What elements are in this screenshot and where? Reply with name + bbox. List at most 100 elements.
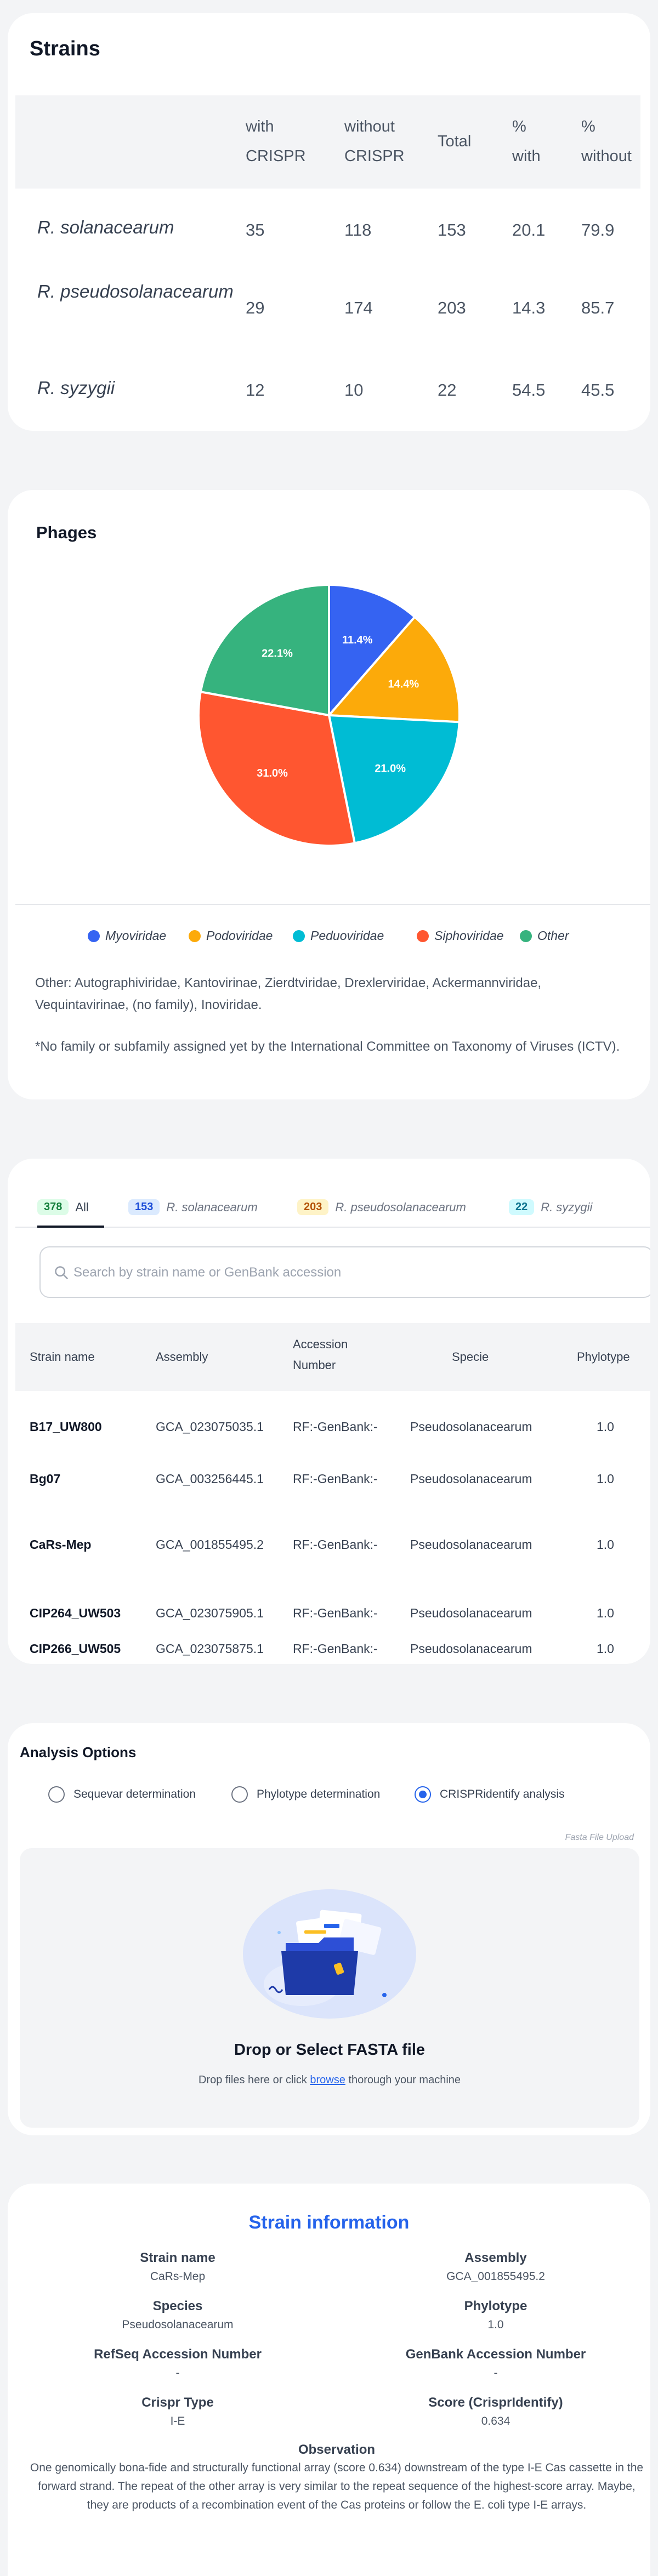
- radio-phylotype[interactable]: Phylotype determination: [231, 1786, 380, 1803]
- th-accession[interactable]: Accession Number: [293, 1334, 348, 1376]
- field-species: Species Pseudosolanacearum: [52, 2299, 304, 2332]
- phages-card: Phages 11.4% 14.4% 21.0% 31.0% 22.1% Myoviri…: [0, 482, 658, 1107]
- tab-label: R. pseudosolanacearum: [335, 1200, 466, 1214]
- tab-label: All: [75, 1200, 89, 1214]
- total-value: 22: [438, 380, 457, 400]
- cell-strain: CIP264_UW503: [30, 1606, 121, 1620]
- legend-item-other: Other: [520, 928, 569, 943]
- analysis-title: Analysis Options: [20, 1744, 137, 1760]
- field-label: Phylotype: [464, 2299, 527, 2313]
- cell-strain: B17_UW800: [30, 1420, 102, 1434]
- search-icon: [55, 1266, 68, 1279]
- field-genbank-accession: GenBank Accession Number -: [370, 2347, 622, 2380]
- radio-sequevar[interactable]: Sequevar determination: [48, 1786, 196, 1803]
- cell-accession: RF:-GenBank:-: [293, 1642, 378, 1656]
- legend-dot: [520, 930, 532, 942]
- legend-item-siphoviridae: Siphoviridae: [417, 928, 504, 943]
- tab-r-pseudosolanacearum[interactable]: 203 R. pseudosolanacearum: [297, 1199, 466, 1215]
- table-row[interactable]: CaRs-Mep GCA_001855495.2 RF:-GenBank:- P…: [15, 1523, 650, 1567]
- table-row[interactable]: Bg07 GCA_003256445.1 RF:-GenBank:- Pseud…: [15, 1457, 650, 1501]
- total-value: 153: [438, 220, 466, 240]
- legend-item-myoviridae: Myoviridae: [88, 928, 166, 943]
- tab-r-syzygii[interactable]: 22 R. syzygii: [509, 1199, 592, 1215]
- radio-crispridentify[interactable]: CRISPRidentify analysis: [415, 1786, 565, 1803]
- cell-phylotype: 1.0: [597, 1420, 614, 1434]
- field-value: -: [175, 2367, 180, 2379]
- field-value: GCA_001855495.2: [446, 2270, 545, 2283]
- cell-strain: CaRs-Mep: [30, 1537, 92, 1552]
- cell-accession: RF:-GenBank:-: [293, 1537, 378, 1552]
- cell-strain: Bg07: [30, 1472, 61, 1486]
- strain-information-card: Strain information Strain name CaRs-Mep …: [0, 2176, 658, 2576]
- field-label: Species: [152, 2299, 203, 2313]
- species-tabs: 378 All 153 R. solanacearum 203 R. pseud…: [15, 1192, 650, 1228]
- with-crispr-value: 29: [246, 298, 265, 317]
- th-strain-name[interactable]: Strain name: [30, 1347, 95, 1367]
- pct-without-value: 85.7: [581, 298, 615, 317]
- tab-r-solanacearum[interactable]: 153 R. solanacearum: [128, 1199, 258, 1215]
- field-label: GenBank Accession Number: [405, 2347, 586, 2362]
- browse-link[interactable]: browse: [310, 2074, 345, 2086]
- field-label: RefSeq Accession Number: [94, 2347, 262, 2362]
- col-pct-without: % without: [581, 118, 632, 165]
- dropzone-instructions: Drop files here or click browse thorough…: [20, 2074, 639, 2087]
- radio-circle-selected[interactable]: [415, 1786, 431, 1803]
- field-label: Observation: [298, 2442, 376, 2457]
- th-specie[interactable]: Specie: [452, 1347, 489, 1367]
- tab-all[interactable]: 378 All: [37, 1199, 89, 1215]
- pct-without-value: 79.9: [581, 220, 615, 240]
- radio-circle[interactable]: [231, 1786, 248, 1803]
- field-value: Pseudosolanacearum: [122, 2318, 234, 2331]
- analysis-options-card: Analysis Options Sequevar determination …: [0, 1716, 658, 2143]
- with-crispr-value: 12: [246, 380, 265, 400]
- pct-with-value: 54.5: [512, 380, 546, 400]
- field-assembly: Assembly GCA_001855495.2: [370, 2250, 622, 2283]
- strain-species: R. solanacearum: [37, 217, 174, 237]
- radio-label: CRISPRidentify analysis: [440, 1788, 565, 1800]
- field-strain-name: Strain name CaRs-Mep: [52, 2250, 304, 2283]
- legend-item-podoviridae: Podoviridae: [189, 928, 273, 943]
- th-assembly[interactable]: Assembly: [156, 1347, 208, 1367]
- legend-label: Peduoviridae: [310, 928, 384, 943]
- field-label: Crispr Type: [141, 2395, 214, 2410]
- cell-assembly: GCA_001855495.2: [156, 1537, 264, 1552]
- pie-label-podoviridae: 14.4%: [388, 678, 419, 690]
- radio-label: Phylotype determination: [257, 1788, 381, 1800]
- cell-assembly: GCA_023075875.1: [156, 1642, 264, 1656]
- dropzone-text-before: Drop files here or click: [198, 2074, 307, 2086]
- field-label: Assembly: [464, 2250, 527, 2265]
- tab-label: R. solanacearum: [166, 1200, 258, 1214]
- th-phylotype[interactable]: Phylotype: [577, 1347, 630, 1367]
- field-value: One genomically bona-fide and structural…: [30, 2461, 644, 2511]
- tab-label: R. syzygii: [541, 1200, 593, 1214]
- with-crispr-value: 35: [246, 220, 265, 240]
- pie-legend: Myoviridae Podoviridae Peduoviridae Siph…: [8, 928, 650, 950]
- fasta-dropzone[interactable]: Drop or Select FASTA file Drop files her…: [20, 1848, 639, 2128]
- pie-label-other: 22.1%: [262, 648, 293, 660]
- field-value: CaRs-Mep: [150, 2270, 206, 2283]
- strain-species: R. pseudosolanacearum: [37, 281, 234, 301]
- cell-phylotype: 1.0: [597, 1642, 614, 1656]
- strain-row: R. solanacearum 35 118 153 20.1 79.9: [15, 200, 640, 260]
- legend-dot: [189, 930, 201, 942]
- field-value: 1.0: [487, 2318, 504, 2331]
- cell-strain: CIP266_UW505: [30, 1642, 121, 1656]
- cell-phylotype: 1.0: [597, 1606, 614, 1620]
- strain-search-input[interactable]: [73, 1259, 622, 1286]
- divider: [15, 904, 650, 905]
- legend-dot: [88, 930, 100, 942]
- col-with-crispr: with CRISPR: [246, 118, 306, 165]
- strains-title: Strains: [30, 37, 100, 60]
- other-families-note: Other: Autographiviridae, Kantovirinae, …: [35, 976, 542, 1012]
- legend-dot: [417, 930, 429, 942]
- strains-table-header: with CRISPR without CRISPR Total % with …: [15, 95, 640, 189]
- cell-assembly: GCA_023075905.1: [156, 1606, 264, 1620]
- radio-circle[interactable]: [48, 1786, 65, 1803]
- field-value: -: [494, 2367, 498, 2379]
- field-value: I-E: [170, 2415, 185, 2427]
- active-tab-indicator: [37, 1226, 104, 1228]
- table-row[interactable]: B17_UW800 GCA_023075035.1 RF:-GenBank:- …: [15, 1405, 650, 1449]
- strain-information-title: Strain information: [248, 2212, 410, 2233]
- table-row[interactable]: CIP266_UW505 GCA_023075875.1 RF:-GenBank…: [15, 1627, 650, 1664]
- tab-count: 203: [297, 1199, 329, 1215]
